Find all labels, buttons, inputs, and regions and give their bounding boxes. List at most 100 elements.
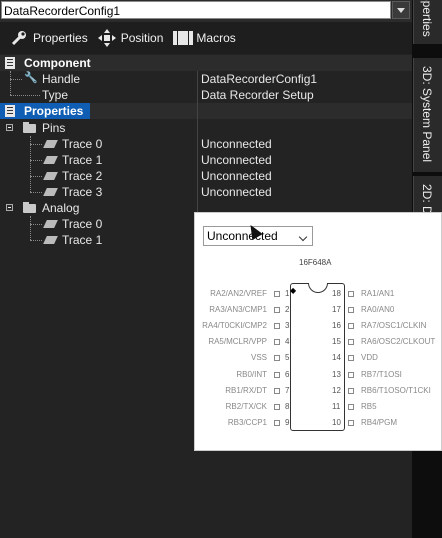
chip-pin-checkbox[interactable] [348, 372, 354, 378]
chip-pin-label: RB0/INT [236, 370, 267, 379]
wrench-icon: 🔧 [24, 72, 38, 84]
chip-pin-label: RA4/T0CKI/CMP2 [202, 321, 267, 330]
property-value[interactable]: Unconnected [201, 184, 412, 200]
chip-pin-number: 8 [285, 402, 290, 411]
wrench-icon [10, 29, 28, 47]
position-button[interactable]: Position [97, 29, 164, 47]
chip-pin-checkbox[interactable] [348, 355, 354, 361]
property-value[interactable]: Unconnected [201, 152, 412, 168]
chip-pin-number: 7 [285, 386, 290, 395]
pin-row-trace-2[interactable]: Trace 2 Unconnected [0, 168, 412, 184]
properties-icon [5, 105, 15, 117]
chip-pin-label: VDD [361, 353, 378, 362]
chip-pin-label: RA0/AN0 [361, 305, 395, 314]
pen-icon [43, 220, 58, 228]
section-properties-label: Properties [24, 104, 84, 118]
chip-pin-number: 16 [332, 321, 341, 330]
pen-icon [43, 156, 58, 164]
macros-button[interactable]: Macros [173, 29, 236, 47]
properties-button[interactable]: Properties [10, 29, 88, 47]
macros-icon [173, 29, 194, 47]
pin-row-trace-3[interactable]: Trace 3 Unconnected [0, 184, 412, 200]
tab-properties[interactable]: operties [413, 0, 442, 44]
chip-pin-checkbox[interactable] [348, 291, 354, 297]
chip-pin-checkbox[interactable] [274, 339, 280, 345]
tab-properties-label: operties [420, 0, 434, 37]
chip-pin-checkbox[interactable] [274, 420, 280, 426]
position-icon [97, 29, 116, 47]
tab-2d-label: 2D: D [420, 184, 434, 215]
pin-row-trace-0[interactable]: Trace 0 Unconnected [0, 136, 412, 152]
chip-pin-number: 4 [285, 337, 290, 346]
property-value[interactable]: Unconnected [201, 136, 412, 152]
section-component[interactable]: Component [0, 55, 412, 71]
property-value[interactable]: Data Recorder Setup [201, 87, 412, 103]
pin-row-trace-1[interactable]: Trace 1 Unconnected [0, 152, 412, 168]
folder-icon [23, 122, 36, 133]
component-selector[interactable]: DataRecorderConfig1 [1, 1, 391, 19]
chip-pin-label: VSS [250, 353, 267, 362]
chip-pin-checkbox[interactable] [274, 307, 280, 313]
chip-pin-checkbox[interactable] [348, 339, 354, 345]
property-value[interactable]: DataRecorderConfig1 [201, 71, 412, 87]
chip-pin-checkbox[interactable] [274, 323, 280, 329]
chip-name: 16F648A [299, 258, 332, 267]
chip-pin-checkbox[interactable] [274, 404, 280, 410]
property-label: Trace 2 [62, 169, 103, 183]
chip-pin-label: RB7/T1OSI [361, 370, 402, 379]
chip-pin-label: RB4/PGM [361, 418, 398, 427]
property-label: Trace 1 [62, 153, 103, 167]
pen-icon [43, 172, 58, 180]
section-component-label: Component [24, 56, 91, 70]
chip-pin-label: RA3/AN3/CMP1 [209, 305, 267, 314]
collapse-toggle[interactable] [6, 204, 13, 211]
section-properties-bar [90, 103, 412, 119]
macros-button-label: Macros [196, 31, 236, 45]
property-row-type[interactable]: Type Data Recorder Setup [0, 87, 412, 103]
pen-icon [43, 236, 58, 244]
chip-pin-checkbox[interactable] [274, 291, 280, 297]
position-button-label: Position [120, 31, 164, 45]
chip-pin-number: 13 [332, 370, 341, 379]
pen-icon [43, 140, 58, 148]
chip-pin-number: 17 [332, 305, 341, 314]
chip-pin-number: 9 [285, 418, 290, 427]
property-label: Trace 0 [62, 217, 103, 231]
chip-pin-number: 18 [332, 289, 341, 298]
chip-pin-checkbox[interactable] [348, 323, 354, 329]
property-row-handle[interactable]: 🔧 Handle DataRecorderConfig1 [0, 71, 412, 87]
chip-pin-number: 5 [285, 353, 290, 362]
chip-pin-label: RB5 [361, 402, 377, 411]
chip-pin-label: RA6/OSC2/CLKOUT [361, 337, 436, 346]
chip-pin-number: 6 [285, 370, 290, 379]
chip-pin-number: 14 [332, 353, 341, 362]
pen-icon [43, 188, 58, 196]
chip-pin-label: RA1/AN1 [361, 289, 395, 298]
chip-pin-checkbox[interactable] [274, 388, 280, 394]
tab-3d-system-panel[interactable]: 3D: System Panel [413, 58, 442, 172]
chip-pin-label: RB1/RX/DT [225, 386, 267, 395]
section-properties[interactable]: Properties [0, 103, 90, 119]
group-analog-label: Analog [42, 201, 80, 215]
chevron-down-icon[interactable] [392, 1, 410, 19]
chip-pin-checkbox[interactable] [348, 388, 354, 394]
folder-icon [23, 202, 36, 213]
chip-pin-number: 11 [332, 402, 341, 411]
chip-pin-label: RA7/OSC1/CLKIN [361, 321, 427, 330]
collapse-toggle[interactable] [6, 124, 13, 131]
chip-pin-checkbox[interactable] [348, 307, 354, 313]
chip-pin-checkbox[interactable] [274, 355, 280, 361]
property-label: Type [42, 88, 69, 102]
property-label: Trace 0 [62, 137, 103, 151]
chip-pin-checkbox[interactable] [274, 372, 280, 378]
chip-pin-number: 15 [332, 337, 341, 346]
component-icon [5, 57, 15, 69]
chip-pin-checkbox[interactable] [348, 420, 354, 426]
chip-pin-checkbox[interactable] [348, 404, 354, 410]
chip-pin-number: 10 [332, 418, 341, 427]
group-pins-label: Pins [42, 121, 66, 135]
group-pins[interactable]: Pins [0, 120, 412, 136]
property-label: Trace 3 [62, 185, 103, 199]
chip-pin-label: RB6/T1OSO/T1CKI [361, 386, 431, 395]
property-value[interactable]: Unconnected [201, 168, 412, 184]
